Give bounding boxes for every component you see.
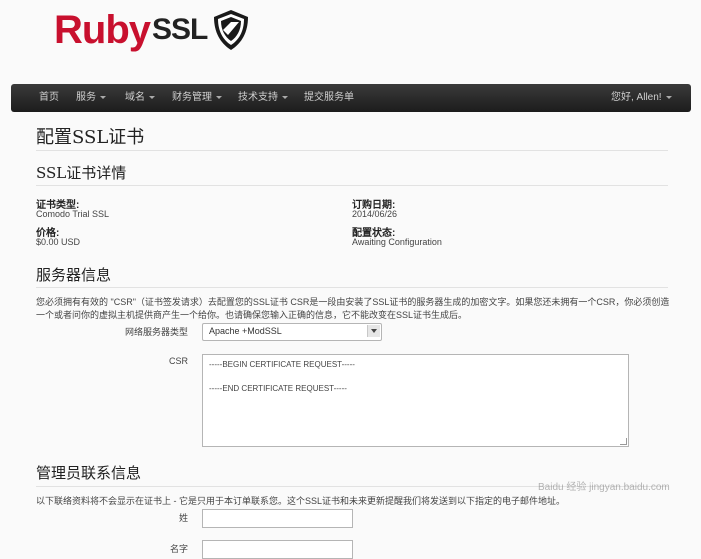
first-name-input[interactable] (202, 540, 353, 559)
logo-ssl-text: SSL (152, 13, 208, 46)
config-status-value: Awaiting Configuration (352, 237, 442, 247)
ssl-details-heading: SSL证书详情 (36, 164, 127, 182)
nav-user-menu[interactable]: 您好, Allen! (611, 84, 672, 112)
csr-begin-line: -----BEGIN CERTIFICATE REQUEST----- (209, 360, 355, 369)
chevron-down-icon (216, 95, 222, 99)
server-type-label: 网络服务器类型 (124, 327, 188, 337)
server-type-select[interactable]: Apache +ModSSL (202, 323, 382, 341)
resize-handle-icon[interactable] (620, 438, 627, 445)
nav-item-domains[interactable]: 域名 (125, 84, 155, 112)
divider (36, 150, 668, 151)
admin-contact-description: 以下联络资料将不会显示在证书上 - 它是只用于本订单联系您。这个SSL证书和未来… (36, 496, 566, 506)
server-info-description: 您必须拥有有效的 "CSR"（证书签发请求）去配置您的SSL证书 CSR是一段由… (36, 297, 670, 320)
nav-item-submit-ticket[interactable]: 提交服务单 (304, 84, 354, 112)
chevron-down-icon (100, 95, 106, 99)
rubyssl-logo[interactable]: Ruby SSL (54, 6, 251, 54)
chevron-down-icon (367, 325, 380, 337)
chevron-down-icon (149, 95, 155, 99)
chevron-down-icon (665, 95, 672, 99)
price-value: $0.00 USD (36, 237, 81, 247)
shield-icon (214, 10, 249, 50)
nav-item-services[interactable]: 服务 (76, 84, 106, 112)
csr-end-line: -----END CERTIFICATE REQUEST----- (209, 384, 347, 393)
divider (36, 185, 668, 186)
page-title: 配置SSL证书 (36, 127, 145, 148)
nav-item-home[interactable]: 首页 (39, 84, 59, 112)
server-type-selected: Apache +ModSSL (209, 326, 282, 336)
chevron-down-icon (282, 95, 288, 99)
nav-item-billing[interactable]: 财务管理 (172, 84, 222, 112)
admin-contact-heading: 管理员联系信息 (36, 464, 142, 482)
cert-type-value: Comodo Trial SSL (36, 209, 110, 219)
main-navbar: 首页 服务 域名 财务管理 技术支持 提交服务单 您好, Allen! (11, 84, 691, 112)
divider (36, 287, 668, 288)
last-name-label: 姓 (178, 513, 188, 523)
logo-ruby-text: Ruby (54, 8, 151, 52)
first-name-label: 名字 (169, 544, 188, 554)
last-name-input[interactable] (202, 509, 353, 528)
order-date-value: 2014/06/26 (352, 209, 398, 219)
csr-label: CSR (168, 356, 188, 366)
server-info-heading: 服务器信息 (36, 266, 112, 284)
nav-item-support[interactable]: 技术支持 (238, 84, 288, 112)
watermark: Baidu 经验 jingyan.baidu.com (538, 482, 670, 493)
csr-textarea[interactable]: -----BEGIN CERTIFICATE REQUEST----- ----… (202, 354, 629, 447)
